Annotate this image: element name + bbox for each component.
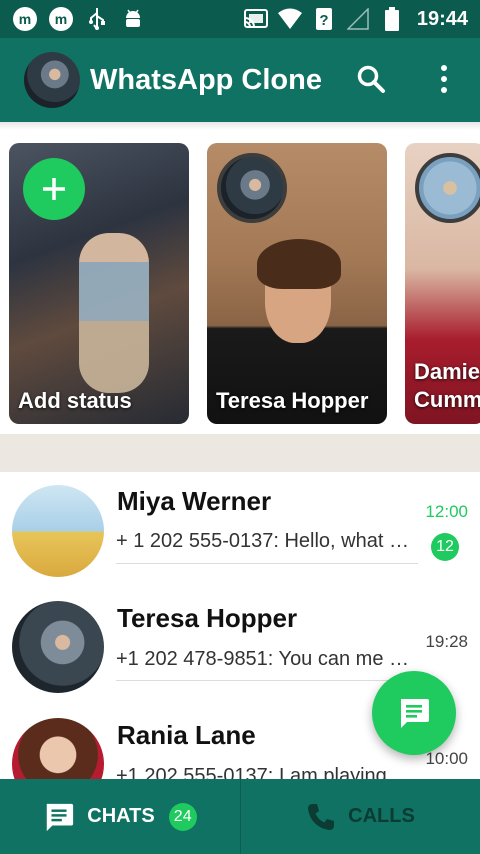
- plus-icon: [43, 178, 65, 200]
- story-avatar: [217, 153, 287, 223]
- svg-text:m: m: [19, 11, 31, 27]
- story-card-damien[interactable]: Damie Cumm: [405, 143, 480, 424]
- tab-chats-label: CHATS: [87, 805, 155, 827]
- search-icon[interactable]: [356, 64, 386, 94]
- usb-icon: [84, 6, 110, 32]
- battery-icon: [379, 6, 405, 32]
- story-label-line: Cumm: [414, 387, 480, 412]
- story-label: Add status: [18, 388, 132, 413]
- avatar: [12, 601, 104, 693]
- messenger-icon: m: [48, 6, 74, 32]
- tab-calls[interactable]: CALLS: [240, 779, 480, 854]
- phone-icon: [308, 803, 335, 830]
- svg-text:?: ?: [319, 12, 328, 29]
- status-bar-notifications: m m: [12, 6, 146, 32]
- status-bar-system: ? 19:44: [243, 6, 468, 32]
- signal-unknown-icon: ?: [311, 6, 337, 32]
- new-chat-button[interactable]: [372, 671, 456, 755]
- chat-row[interactable]: Miya Werner + 1 202 555-0137: Hello, wha…: [0, 472, 480, 589]
- story-label: Teresa Hopper: [216, 388, 369, 413]
- bottom-nav: CHATS 24 CALLS: [0, 779, 480, 854]
- status-bar: m m ? 19:44: [0, 0, 480, 38]
- chat-time: 19:28: [425, 632, 468, 651]
- android-icon: [120, 6, 146, 32]
- unread-badge: 12: [431, 533, 459, 561]
- row-divider: [116, 680, 418, 681]
- chat-name: Rania Lane: [117, 720, 256, 750]
- svg-text:m: m: [55, 11, 67, 27]
- app-bar-shadow: [0, 122, 480, 130]
- chats-count-badge: 24: [168, 802, 197, 831]
- story-card-add-status[interactable]: Add status: [9, 143, 189, 424]
- clock: 19:44: [416, 7, 468, 30]
- chat-last-message: + 1 202 555-0137: Hello, what are you do…: [116, 530, 416, 552]
- add-status-button[interactable]: [23, 158, 85, 220]
- app-bar: WhatsApp Clone: [0, 38, 480, 122]
- story-photo-hair: [257, 239, 341, 289]
- chat-time: 10:00: [425, 749, 468, 768]
- chat-name: Teresa Hopper: [117, 603, 298, 633]
- story-label: Damie Cumm: [414, 358, 480, 414]
- profile-avatar[interactable]: [24, 52, 80, 108]
- story-card-teresa-hopper[interactable]: Teresa Hopper: [207, 143, 387, 424]
- story-avatar: [415, 153, 480, 223]
- tab-chats[interactable]: CHATS 24: [0, 779, 240, 854]
- chat-time: 12:00: [425, 502, 468, 521]
- chat-name: Miya Werner: [117, 486, 272, 516]
- story-label-line: Damie: [414, 359, 480, 384]
- chat-last-message: +1 202 478-9851: You can me again: [116, 648, 416, 670]
- signal-empty-icon: [345, 6, 371, 32]
- avatar: [12, 718, 104, 779]
- row-divider: [116, 563, 418, 564]
- avatar: [12, 485, 104, 577]
- chat-icon: [47, 803, 74, 831]
- section-divider: [0, 434, 480, 472]
- wifi-icon: [277, 6, 303, 32]
- app-title: WhatsApp Clone: [90, 64, 322, 96]
- more-menu-icon[interactable]: [432, 64, 456, 94]
- messenger-icon: m: [12, 6, 38, 32]
- tab-calls-label: CALLS: [348, 805, 415, 827]
- chat-last-message: +1 202 555-0137: I am playing: [116, 765, 387, 779]
- story-photo: [79, 233, 149, 393]
- cast-icon: [243, 6, 269, 32]
- message-icon: [401, 699, 429, 728]
